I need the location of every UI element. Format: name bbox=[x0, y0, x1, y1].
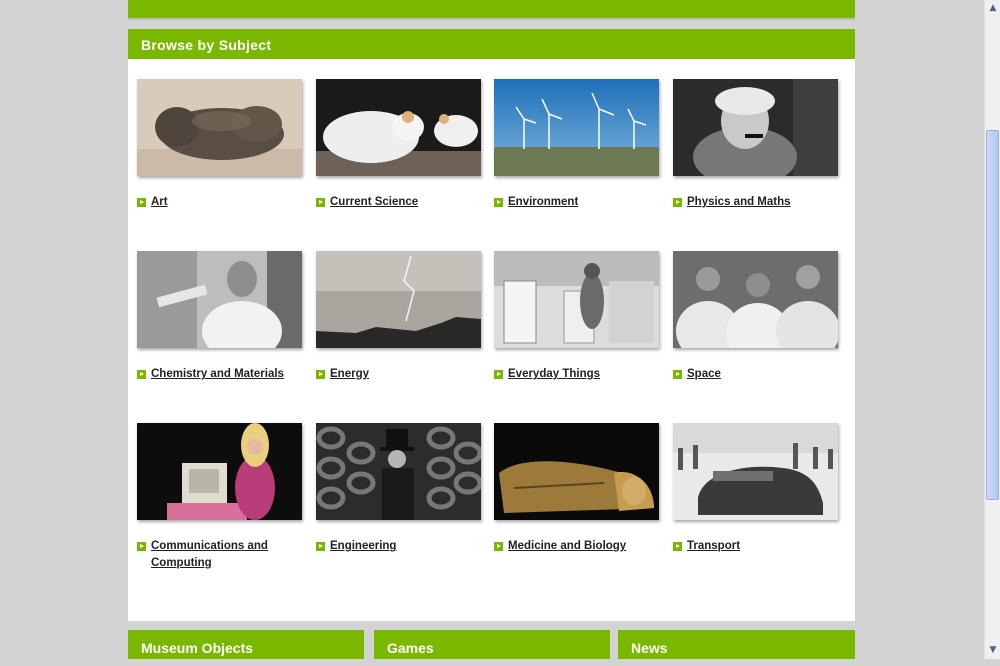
subject-tile-communications-and-computing: Communications and Computing bbox=[137, 423, 307, 572]
subject-link-medicine-and-biology[interactable]: Medicine and Biology bbox=[508, 538, 626, 555]
subject-link-row: Medicine and Biology bbox=[494, 538, 664, 555]
green-arrow-icon bbox=[316, 542, 325, 551]
green-arrow-icon bbox=[316, 370, 325, 379]
subject-tile-everyday-things: Everyday Things bbox=[494, 251, 664, 383]
subject-tile-engineering: Engineering bbox=[316, 423, 486, 555]
subject-tile-chemistry-and-materials: Chemistry and Materials bbox=[137, 251, 307, 383]
green-arrow-icon bbox=[494, 370, 503, 379]
subject-link-row: Everyday Things bbox=[494, 366, 664, 383]
physics-and-maths-thumbnail[interactable] bbox=[673, 79, 838, 176]
subject-tile-medicine-and-biology: Medicine and Biology bbox=[494, 423, 664, 555]
communications-and-computing-thumbnail[interactable] bbox=[137, 423, 302, 520]
subject-link-row: Space bbox=[673, 366, 843, 383]
art-thumbnail[interactable] bbox=[137, 79, 302, 176]
subject-link-environment[interactable]: Environment bbox=[508, 194, 578, 211]
museum-objects-title: Museum Objects bbox=[141, 640, 254, 656]
arrow-down-icon[interactable]: ▼ bbox=[986, 643, 1000, 657]
subject-link-energy[interactable]: Energy bbox=[330, 366, 369, 383]
subject-link-physics-and-maths[interactable]: Physics and Maths bbox=[687, 194, 791, 211]
space-thumbnail[interactable] bbox=[673, 251, 838, 348]
arrow-up-icon[interactable]: ▲ bbox=[986, 1, 1000, 15]
everyday-things-thumbnail[interactable] bbox=[494, 251, 659, 348]
games-header[interactable]: Games bbox=[374, 630, 610, 659]
subject-link-row: Communications and Computing bbox=[137, 538, 307, 572]
green-arrow-icon bbox=[673, 370, 682, 379]
medicine-and-biology-thumbnail[interactable] bbox=[494, 423, 659, 520]
subject-link-transport[interactable]: Transport bbox=[687, 538, 740, 555]
browse-by-subject-title: Browse by Subject bbox=[128, 29, 855, 59]
subject-link-row: Physics and Maths bbox=[673, 194, 843, 211]
subject-link-space[interactable]: Space bbox=[687, 366, 721, 383]
top-green-bar bbox=[128, 0, 855, 20]
green-arrow-icon bbox=[137, 370, 146, 379]
green-arrow-icon bbox=[494, 198, 503, 207]
news-header[interactable]: News bbox=[618, 630, 855, 659]
subject-link-row: Art bbox=[137, 194, 307, 211]
subject-link-current-science[interactable]: Current Science bbox=[330, 194, 418, 211]
subject-link-row: Environment bbox=[494, 194, 664, 211]
subject-tile-art: Art bbox=[137, 79, 307, 211]
engineering-thumbnail[interactable] bbox=[316, 423, 481, 520]
subject-link-communications-and-computing[interactable]: Communications and Computing bbox=[151, 538, 307, 572]
subject-link-everyday-things[interactable]: Everyday Things bbox=[508, 366, 600, 383]
chemistry-and-materials-thumbnail[interactable] bbox=[137, 251, 302, 348]
green-arrow-icon bbox=[316, 198, 325, 207]
scrollbar-thumb[interactable] bbox=[986, 130, 999, 500]
browse-by-subject-panel: Browse by Subject Art Current Science En… bbox=[128, 29, 855, 621]
subject-tile-current-science: Current Science bbox=[316, 79, 486, 211]
subject-tile-energy: Energy bbox=[316, 251, 486, 383]
green-arrow-icon bbox=[494, 542, 503, 551]
transport-thumbnail[interactable] bbox=[673, 423, 838, 520]
subject-link-art[interactable]: Art bbox=[151, 194, 168, 211]
subject-link-row: Energy bbox=[316, 366, 486, 383]
green-arrow-icon bbox=[137, 542, 146, 551]
subject-link-row: Engineering bbox=[316, 538, 486, 555]
subject-link-chemistry-and-materials[interactable]: Chemistry and Materials bbox=[151, 366, 284, 383]
subject-tile-space: Space bbox=[673, 251, 843, 383]
green-arrow-icon bbox=[673, 542, 682, 551]
subject-tile-transport: Transport bbox=[673, 423, 843, 555]
subject-link-row: Current Science bbox=[316, 194, 486, 211]
green-arrow-icon bbox=[137, 198, 146, 207]
subject-link-row: Transport bbox=[673, 538, 843, 555]
current-science-thumbnail[interactable] bbox=[316, 79, 481, 176]
subject-link-row: Chemistry and Materials bbox=[137, 366, 307, 383]
energy-thumbnail[interactable] bbox=[316, 251, 481, 348]
vertical-scrollbar[interactable]: ▲ ▼ bbox=[984, 0, 1000, 659]
games-title: Games bbox=[387, 640, 434, 656]
museum-objects-header[interactable]: Museum Objects bbox=[128, 630, 364, 659]
environment-thumbnail[interactable] bbox=[494, 79, 659, 176]
green-arrow-icon bbox=[673, 198, 682, 207]
subject-tile-physics-and-maths: Physics and Maths bbox=[673, 79, 843, 211]
news-title: News bbox=[631, 640, 668, 656]
subject-tile-environment: Environment bbox=[494, 79, 664, 211]
subject-link-engineering[interactable]: Engineering bbox=[330, 538, 396, 555]
